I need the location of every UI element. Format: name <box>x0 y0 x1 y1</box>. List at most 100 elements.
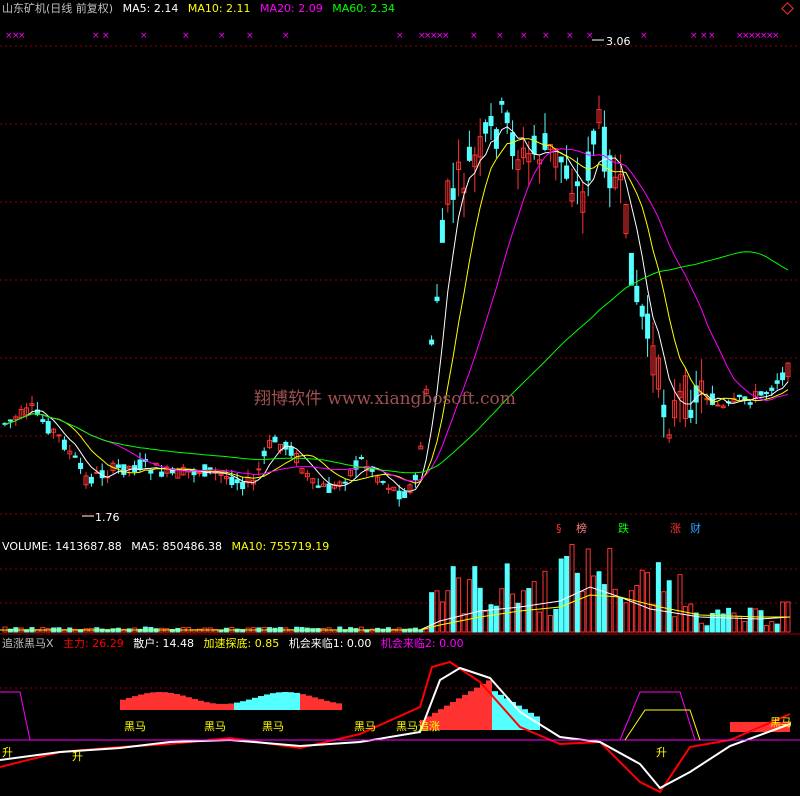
moving-average-lines <box>4 126 789 492</box>
sanhu-label: 散户: <box>133 637 159 650</box>
indicator-bar <box>216 703 222 710</box>
indicator-bar <box>258 696 264 710</box>
event-tags[interactable]: § 榜 跌 涨 财 <box>556 521 701 535</box>
sanhu-line <box>0 666 791 790</box>
candle-body <box>483 122 489 134</box>
event-tag-1[interactable]: § <box>556 522 562 535</box>
event-tag-4[interactable]: 涨 <box>670 522 681 535</box>
indicator-bar <box>312 697 318 710</box>
indicator-bar <box>468 691 474 730</box>
volume-bar <box>537 611 543 633</box>
volume-bar <box>623 602 629 633</box>
volume-bar <box>720 613 726 633</box>
volume-bar <box>493 605 499 633</box>
candle-body <box>763 392 769 395</box>
candle-body <box>736 394 742 398</box>
indicator-bar <box>330 702 336 710</box>
candle-body <box>326 483 332 493</box>
indicator-panel-header: 追涨黑马X 主力: 26.29 散户: 14.48 加速探底: 0.85 机会来… <box>2 637 470 651</box>
candle-body <box>342 481 348 484</box>
jiasu-value: 0.85 <box>254 637 280 650</box>
sheng-signal-label: 升 <box>2 746 13 759</box>
indicator-bar <box>198 700 204 710</box>
volume-bar <box>461 613 467 633</box>
sheng-signal-label: 升 <box>656 746 667 759</box>
candle-body <box>639 305 645 317</box>
candle-body <box>450 188 456 200</box>
candle-body <box>429 339 435 345</box>
event-tag-5[interactable]: 财 <box>690 521 701 535</box>
ma20-line <box>4 148 789 482</box>
indicator-chart[interactable]: 黑马 黑马 黑马 黑马 黑马 黑马追涨升 升 升 <box>0 652 800 796</box>
candle-body <box>358 456 364 460</box>
jihui2-label: 机会来临2: <box>380 637 436 650</box>
candle-body <box>88 476 94 484</box>
signal-cross-mark: × <box>442 31 450 41</box>
candlesticks <box>2 95 791 507</box>
candle-body <box>601 126 607 172</box>
low-price-marker: 1.76 <box>82 511 120 524</box>
indicator-bar <box>444 705 450 730</box>
volume-bar <box>709 612 715 633</box>
indicator-bar <box>742 722 748 732</box>
volume-bar <box>429 592 435 633</box>
candle-body <box>574 181 580 187</box>
candle-body <box>78 462 84 470</box>
candle-body <box>758 391 764 396</box>
jihui1-label: 机会来临1: <box>288 637 344 650</box>
event-tag-3[interactable]: 跌 <box>618 521 629 535</box>
indicator-bar <box>486 680 492 730</box>
zhuli-readout: 主力: 26.29 <box>63 637 124 650</box>
event-tag-2[interactable]: 榜 <box>576 521 587 535</box>
volume-bar <box>483 610 489 633</box>
volume-bar <box>477 587 483 633</box>
ma10-line <box>4 138 789 484</box>
volume-bar <box>726 607 732 633</box>
volume-bar <box>558 558 564 633</box>
volume-bar <box>650 603 656 633</box>
candle-body <box>288 446 294 456</box>
volume-bar <box>747 607 753 633</box>
indicator-bar <box>252 697 258 710</box>
signal-cross-mark: × <box>566 31 574 41</box>
volume-bar <box>445 590 451 633</box>
indicator-bar <box>174 694 180 710</box>
indicator-bar <box>168 692 174 710</box>
volume-bar <box>574 572 580 633</box>
sanhu-readout: 散户: 14.48 <box>133 637 194 650</box>
indicator-bar <box>294 692 300 710</box>
candle-body <box>769 387 775 391</box>
candle-body <box>688 409 694 418</box>
volume-bar <box>564 555 570 633</box>
candle-body <box>504 112 510 124</box>
jihui1-value: 0.00 <box>346 637 372 650</box>
indicator-bar <box>132 696 138 710</box>
indicator-bar <box>204 702 210 710</box>
indicator-bar <box>498 694 504 730</box>
signal-cross-mark: × <box>496 31 504 41</box>
volume-bar <box>655 562 661 633</box>
volume-bar <box>439 601 445 633</box>
candle-body <box>402 491 408 498</box>
price-chart[interactable]: × ×× × × × × × × × × ××××× × × × × × × × × × × ××××××× 翔博软件 w… <box>0 0 800 535</box>
volume-bar <box>553 608 559 633</box>
high-price-label: 3.06 <box>606 35 631 48</box>
volume-bar <box>488 604 494 633</box>
candle-body <box>283 441 289 450</box>
volume-chart[interactable] <box>0 535 800 635</box>
candle-body <box>159 471 165 477</box>
signal-cross-mark: × <box>218 31 226 41</box>
indicator-bar <box>288 692 294 710</box>
candle-body <box>61 439 67 450</box>
candle-body <box>315 485 321 488</box>
volume-bar <box>645 572 651 633</box>
candle-body <box>7 419 13 422</box>
high-price-marker: 3.06 <box>592 35 631 48</box>
volume-bar <box>618 597 624 633</box>
signal-cross-mark: × <box>772 31 780 41</box>
volume-bar <box>769 621 775 633</box>
indicator-bar <box>150 692 156 710</box>
volume-bar <box>585 548 591 633</box>
signal-cross-mark: × <box>182 31 190 41</box>
indicator-bar <box>210 703 216 710</box>
